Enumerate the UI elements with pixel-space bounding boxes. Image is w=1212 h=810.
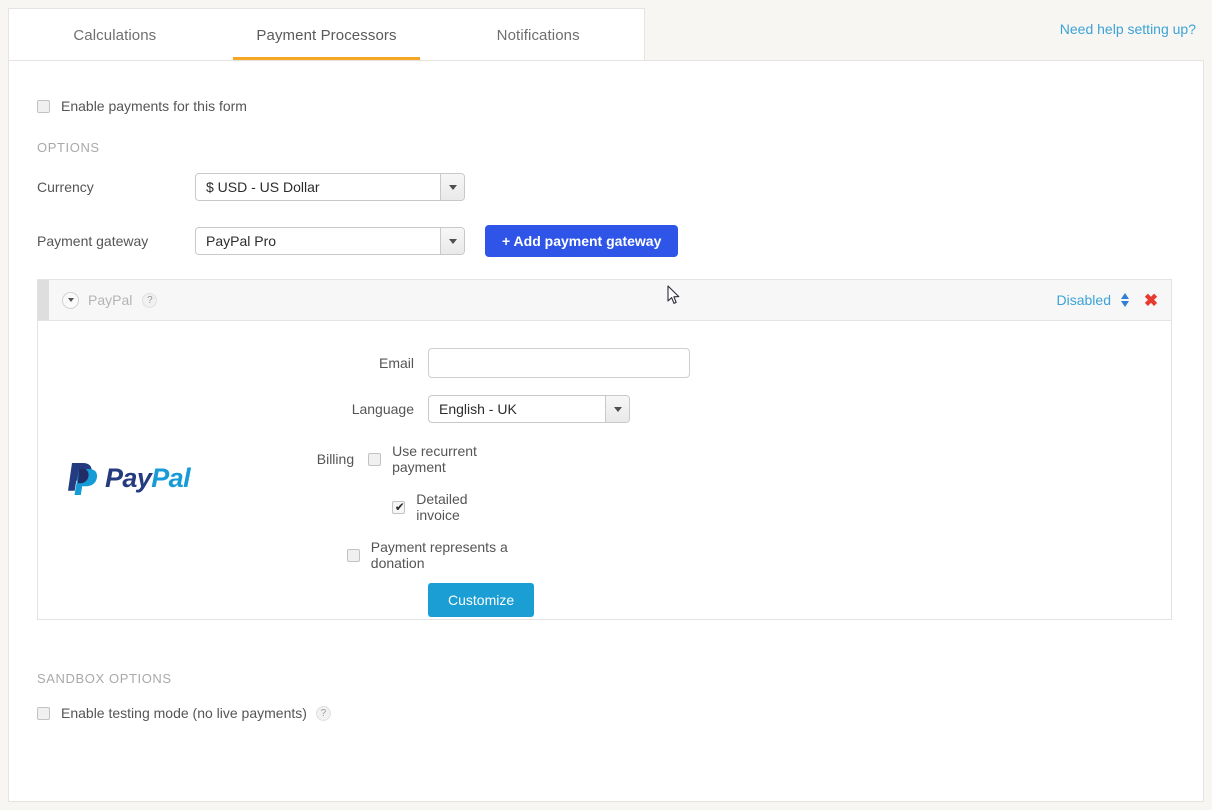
- language-select-value: English - UK: [439, 401, 517, 417]
- sandbox-section-title: SANDBOX OPTIONS: [37, 671, 172, 686]
- currency-select[interactable]: $ USD - US Dollar: [195, 173, 465, 201]
- payment-gateway-label: Payment gateway: [37, 233, 149, 249]
- recurrent-payment-field: Use recurrent payment: [368, 443, 508, 475]
- tab-payment-processors-label: Payment Processors: [256, 26, 397, 44]
- help-icon[interactable]: ?: [142, 292, 158, 308]
- donation-checkbox[interactable]: [346, 548, 360, 562]
- paypal-gateway-header-actions: Disabled ✖: [1057, 280, 1171, 320]
- paypal-gateway-name: PayPal: [88, 292, 133, 308]
- payment-gateway-select-value: PayPal Pro: [206, 233, 277, 249]
- payment-gateway-row: Payment gateway PayPal Pro + Add payment…: [37, 225, 679, 257]
- billing-row: Billing Use recurrent payment: [38, 443, 508, 475]
- donation-label[interactable]: Payment represents a donation: [371, 539, 518, 571]
- customize-button[interactable]: Customize: [428, 583, 535, 617]
- add-payment-gateway-button[interactable]: + Add payment gateway: [485, 225, 679, 257]
- currency-label: Currency: [37, 179, 94, 195]
- need-help-link[interactable]: Need help setting up?: [1060, 21, 1196, 37]
- donation-field: Payment represents a donation: [346, 539, 518, 571]
- customize-row: Customize: [38, 583, 535, 617]
- paypal-gateway-header: PayPal ? Disabled ✖: [38, 280, 1171, 321]
- tab-payment-processors[interactable]: Payment Processors: [221, 9, 433, 61]
- detailed-invoice-field: Detailed invoice: [392, 491, 503, 523]
- donation-row: Payment represents a donation: [38, 539, 518, 571]
- enable-payments-checkbox[interactable]: [37, 99, 50, 113]
- gateway-status-badge[interactable]: Disabled: [1057, 292, 1111, 308]
- payment-gateway-select[interactable]: PayPal Pro: [195, 227, 465, 255]
- currency-row: Currency $ USD - US Dollar: [37, 173, 465, 201]
- enable-payments-row: Enable payments for this form: [37, 98, 247, 114]
- tab-calculations[interactable]: Calculations: [9, 9, 221, 61]
- tab-calculations-label: Calculations: [73, 26, 157, 44]
- testing-mode-checkbox[interactable]: [37, 706, 50, 720]
- testing-mode-row: Enable testing mode (no live payments) ?: [37, 705, 331, 721]
- paypal-gateway-body: PayPal Email Language English - UK Billi: [38, 321, 1171, 619]
- tab-notifications[interactable]: Notifications: [432, 9, 644, 61]
- chevron-down-icon: [605, 396, 629, 422]
- email-input[interactable]: [428, 348, 690, 378]
- chevron-down-icon: [440, 174, 464, 200]
- help-icon[interactable]: ?: [315, 705, 331, 721]
- drag-handle-icon[interactable]: [38, 280, 49, 320]
- currency-select-value: $ USD - US Dollar: [206, 179, 320, 195]
- recurrent-payment-checkbox[interactable]: [368, 452, 382, 466]
- tab-notifications-label: Notifications: [496, 26, 580, 44]
- tab-list: Calculations Payment Processors Notifica…: [8, 8, 645, 61]
- email-label: Email: [378, 355, 414, 371]
- language-select[interactable]: English - UK: [428, 395, 630, 423]
- paypal-gateway-card: PayPal ? Disabled ✖ PayPal Email Languag…: [37, 279, 1172, 620]
- close-icon[interactable]: ✖: [1131, 292, 1171, 309]
- language-row: Language English - UK: [38, 395, 630, 423]
- email-row: Email: [38, 348, 690, 378]
- detailed-invoice-checkbox[interactable]: [392, 499, 406, 515]
- recurrent-payment-label[interactable]: Use recurrent payment: [392, 443, 508, 475]
- testing-mode-label[interactable]: Enable testing mode (no live payments): [61, 705, 307, 721]
- collapse-toggle-icon[interactable]: [62, 291, 79, 309]
- chevron-down-icon: [440, 228, 464, 254]
- billing-label: Billing: [316, 451, 355, 467]
- language-label: Language: [351, 401, 414, 417]
- detailed-invoice-label[interactable]: Detailed invoice: [416, 491, 503, 523]
- settings-panel: Enable payments for this form OPTIONS Cu…: [8, 60, 1204, 802]
- detailed-invoice-row: Detailed invoice: [38, 491, 503, 523]
- sort-updown-icon[interactable]: [1119, 291, 1131, 309]
- options-section-title: OPTIONS: [37, 140, 100, 155]
- tab-bar: Calculations Payment Processors Notifica…: [0, 0, 1212, 61]
- enable-payments-label[interactable]: Enable payments for this form: [61, 98, 247, 114]
